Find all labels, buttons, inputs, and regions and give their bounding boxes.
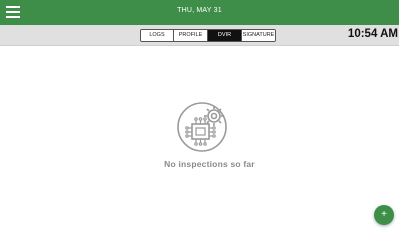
tab-dvir[interactable]: DVIR	[208, 30, 242, 41]
add-button[interactable]: +	[374, 205, 394, 225]
tab-signature[interactable]: SIGNATURE	[242, 30, 275, 41]
tab-group: LOGS PROFILE DVIR SIGNATURE	[140, 29, 276, 42]
chip-gear-icon	[177, 102, 227, 152]
empty-state-message: No inspections so far	[164, 159, 255, 169]
tab-bar: LOGS PROFILE DVIR SIGNATURE 10:54 AM	[0, 25, 399, 46]
top-app-bar: THU, MAY 31	[0, 0, 399, 25]
tab-logs[interactable]: LOGS	[141, 30, 174, 41]
add-icon: +	[381, 209, 387, 220]
clock-time: 10:54 AM	[347, 28, 398, 40]
tab-profile[interactable]: PROFILE	[174, 30, 208, 41]
header-date: THU, MAY 31	[177, 7, 222, 14]
